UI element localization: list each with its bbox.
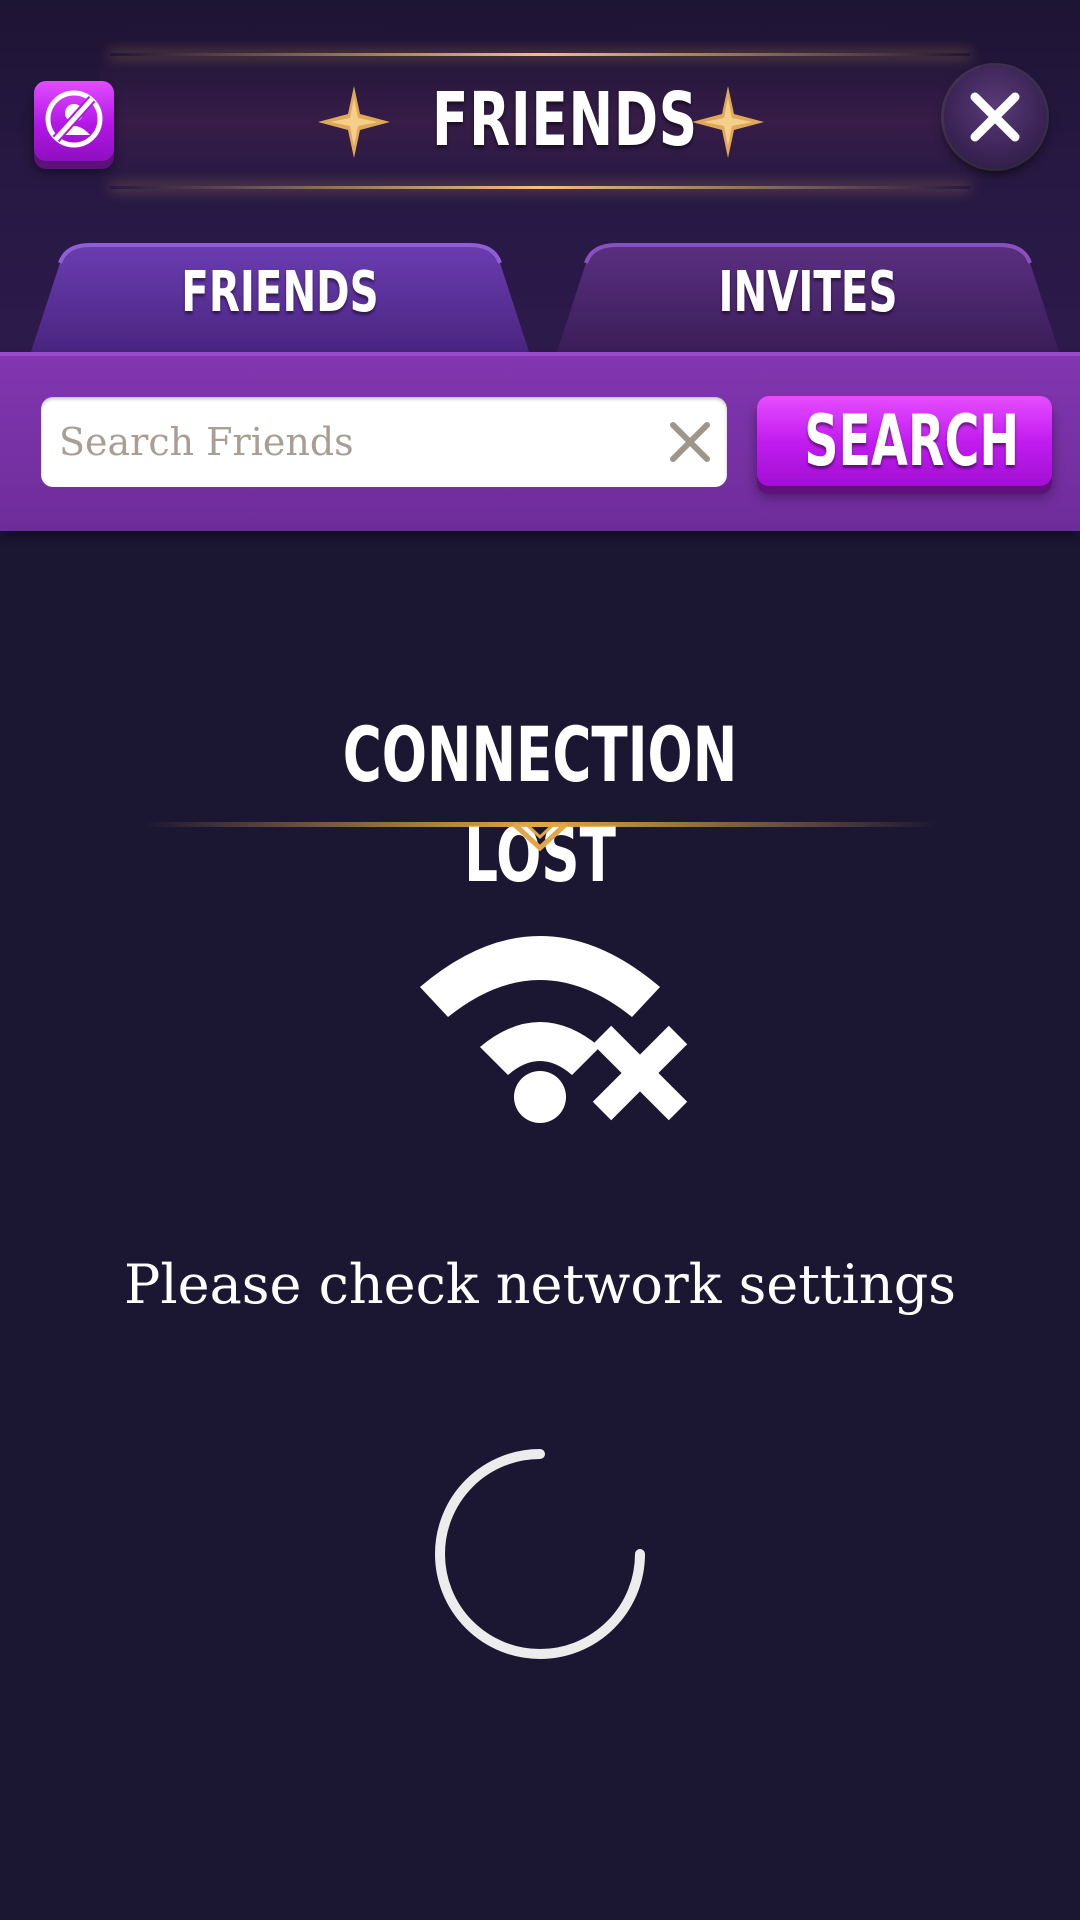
- tab-invites-label: INVITES: [718, 260, 898, 325]
- star-icon: [692, 86, 764, 158]
- tab-friends[interactable]: FRIENDS: [30, 243, 530, 355]
- close-icon: [970, 92, 1020, 142]
- tab-friends-label: FRIENDS: [181, 260, 379, 325]
- clear-icon[interactable]: [667, 419, 713, 465]
- search-input[interactable]: [59, 397, 619, 487]
- page-title: FRIENDS: [432, 77, 698, 163]
- search-button-label: SEARCH: [804, 400, 1020, 482]
- search-button[interactable]: SEARCH: [757, 396, 1052, 486]
- header: FRIENDS FRIENDS INVITES: [0, 0, 1080, 360]
- search-field: [41, 397, 727, 487]
- search-bar: SEARCH: [0, 352, 1080, 531]
- gold-line-top: [110, 53, 970, 56]
- privacy-off-icon: [45, 90, 103, 148]
- tab-invites[interactable]: INVITES: [556, 243, 1060, 355]
- friends-screen: FRIENDS FRIENDS INVITES Search Friends S…: [0, 0, 1080, 1920]
- close-button[interactable]: [944, 66, 1046, 168]
- connection-status-title: CONNECTION LOST: [342, 710, 738, 899]
- star-icon: [318, 86, 390, 158]
- privacy-toggle-button[interactable]: [34, 81, 114, 161]
- ornamental-divider: [144, 822, 936, 852]
- network-error-message: Please check network settings: [124, 1253, 956, 1316]
- wifi-off-icon: [420, 936, 688, 1123]
- loading-spinner-icon: [435, 1449, 645, 1659]
- gold-line-bottom: [110, 186, 970, 189]
